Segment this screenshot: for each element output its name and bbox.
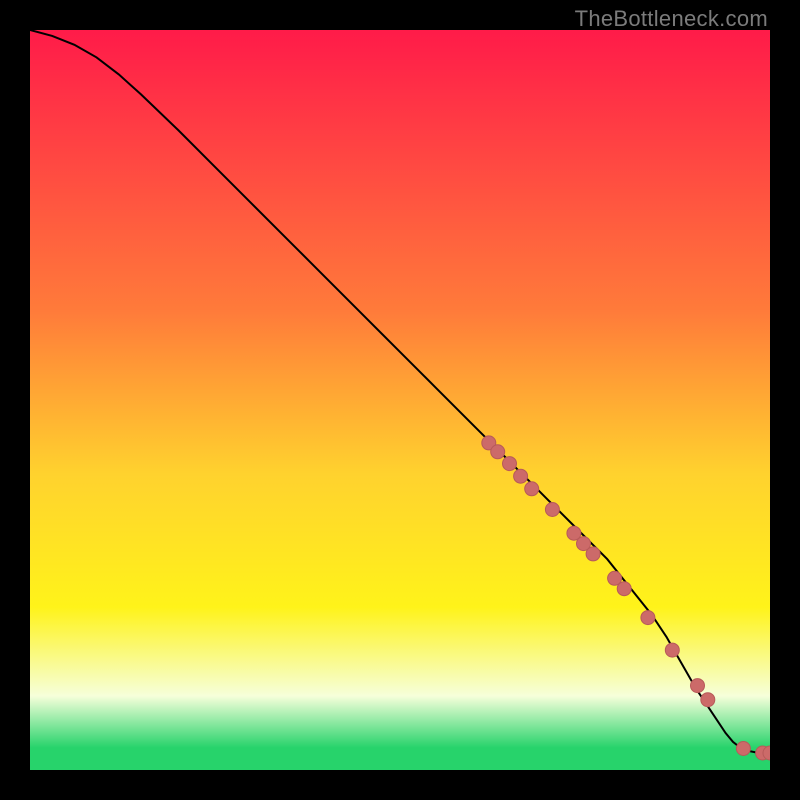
data-marker xyxy=(503,457,517,471)
data-marker xyxy=(736,742,750,756)
data-marker xyxy=(525,482,539,496)
data-marker xyxy=(641,611,655,625)
data-marker xyxy=(691,679,705,693)
data-markers xyxy=(482,436,770,760)
data-marker xyxy=(514,469,528,483)
chart-stage: TheBottleneck.com xyxy=(0,0,800,800)
watermark-text: TheBottleneck.com xyxy=(575,6,768,32)
plot-area xyxy=(30,30,770,770)
data-marker xyxy=(617,582,631,596)
data-marker xyxy=(665,643,679,657)
data-marker xyxy=(491,445,505,459)
data-marker xyxy=(545,503,559,517)
curve-line xyxy=(30,30,770,753)
data-marker xyxy=(586,547,600,561)
data-marker xyxy=(701,693,715,707)
chart-overlay xyxy=(30,30,770,770)
